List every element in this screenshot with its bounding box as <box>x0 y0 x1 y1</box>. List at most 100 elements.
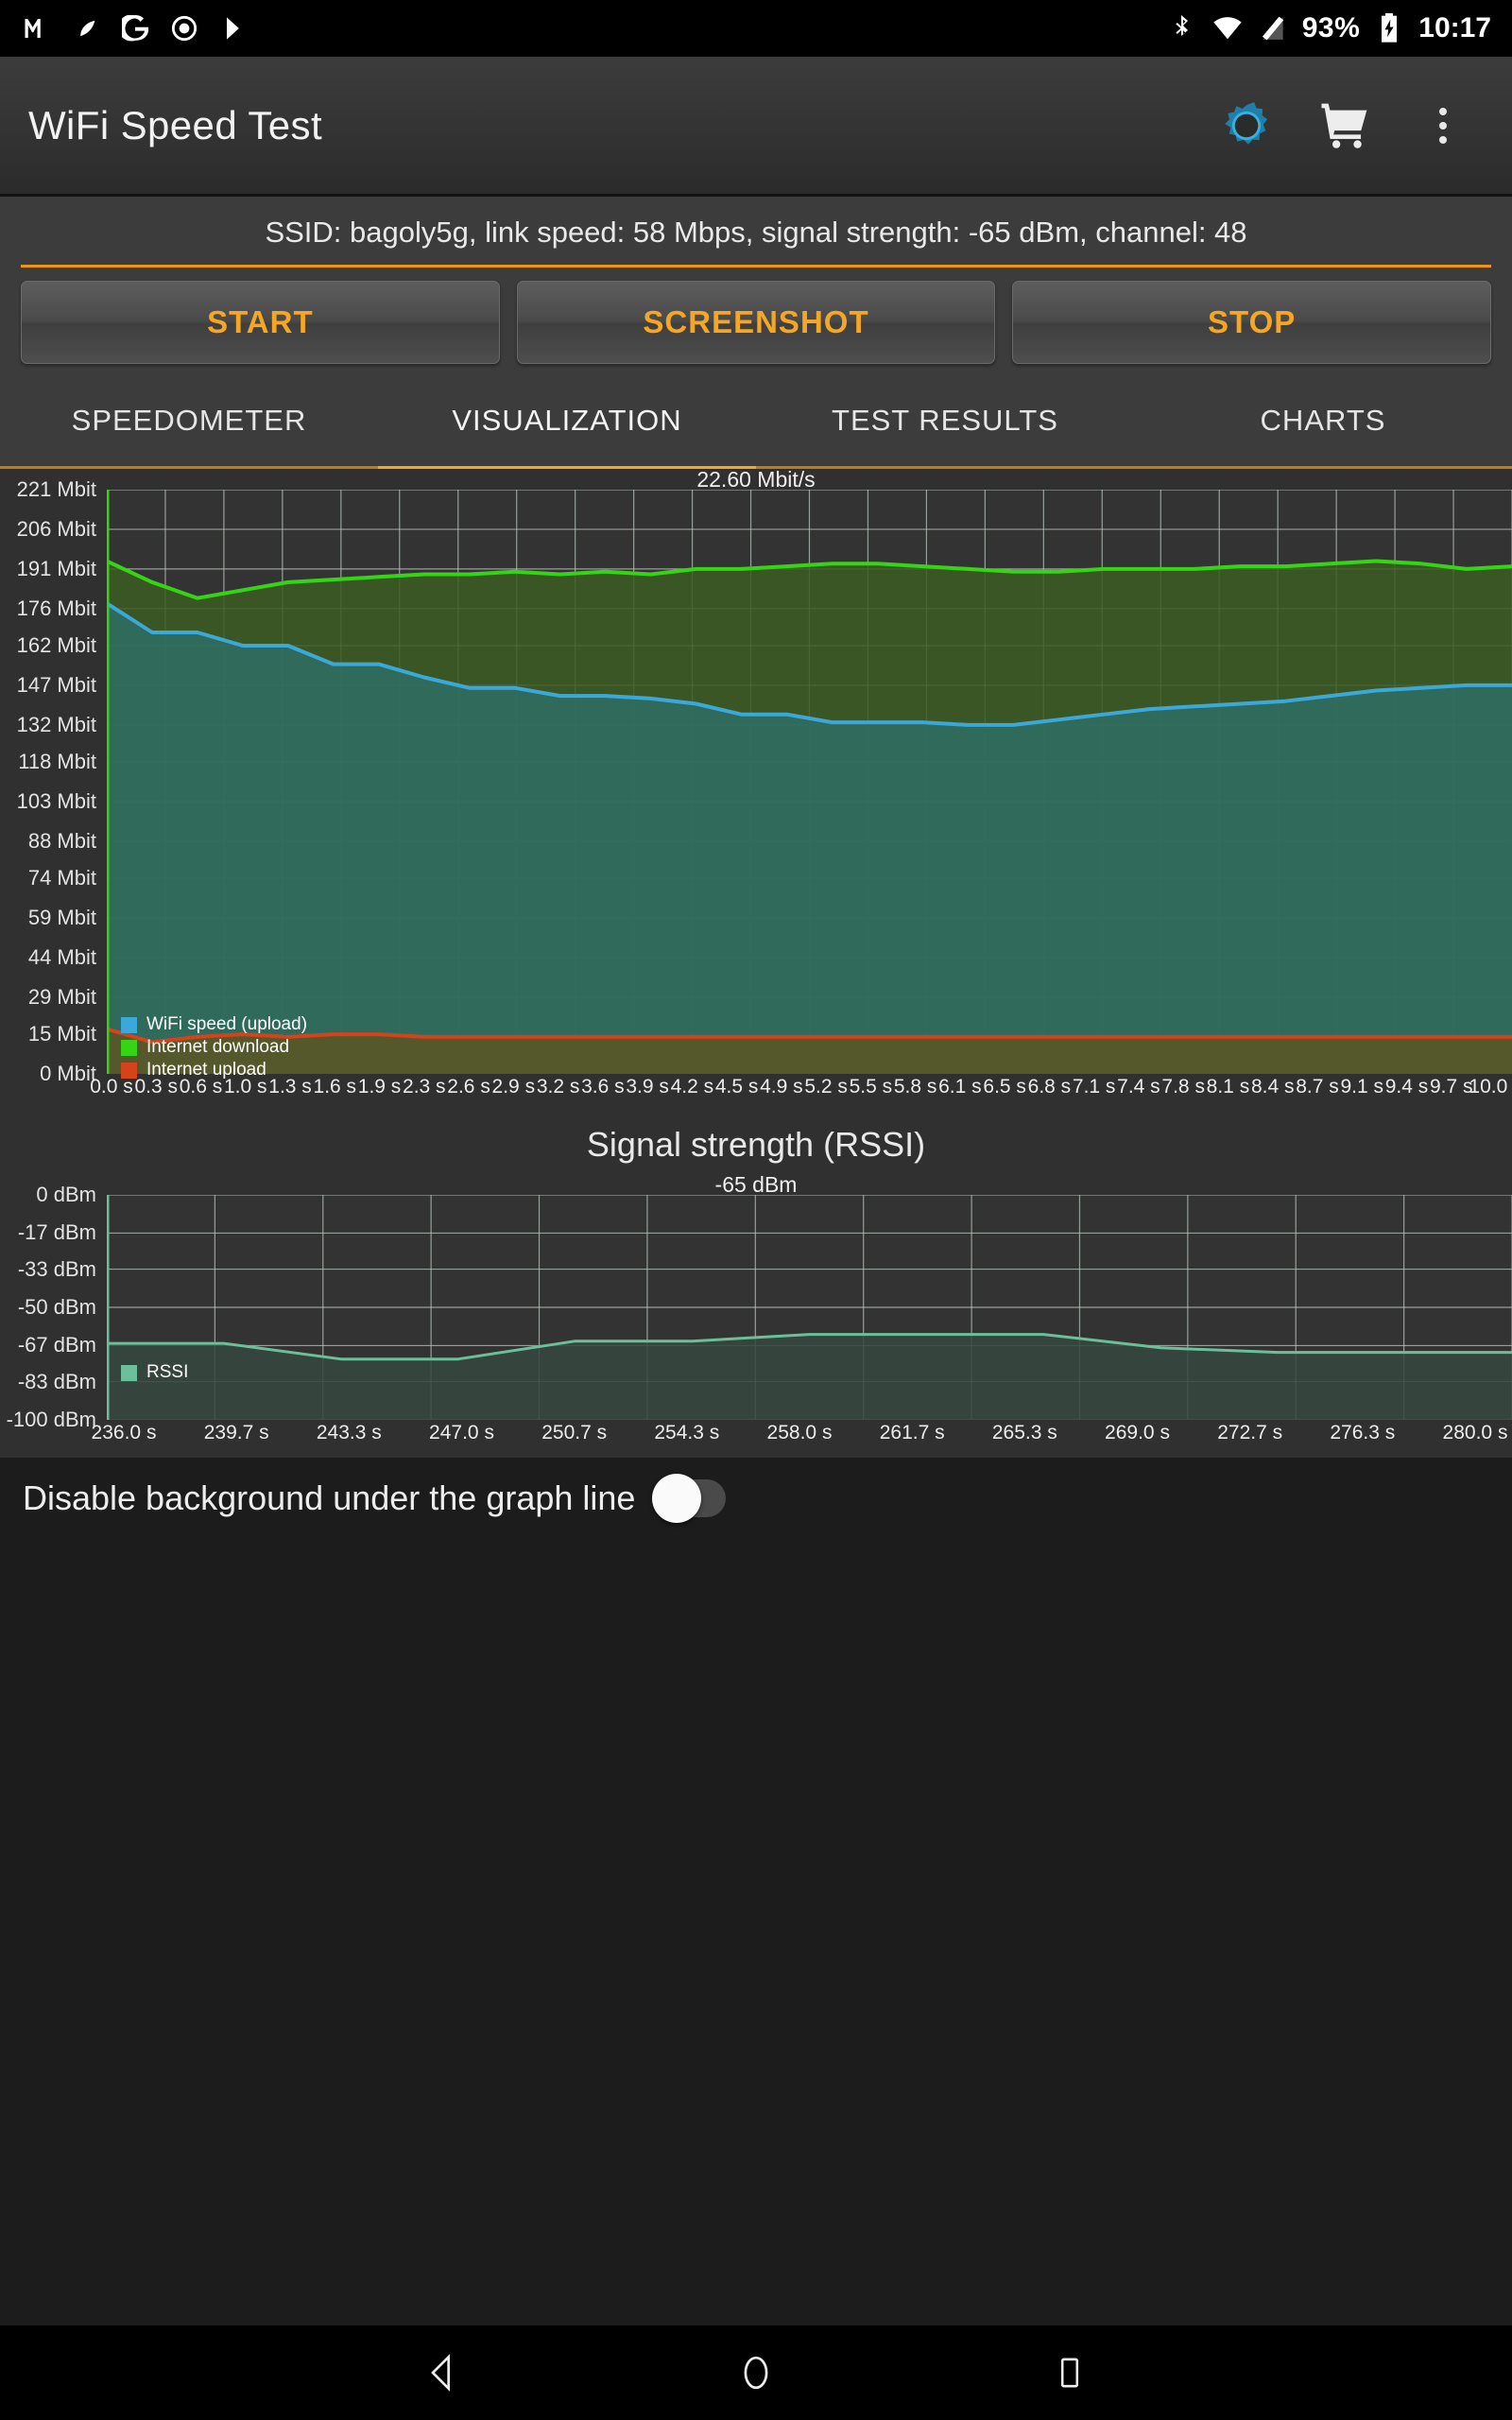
tab-visualization[interactable]: VISUALIZATION <box>378 379 756 466</box>
axis-tick-label: 9.7 s <box>1429 1076 1473 1098</box>
axis-tick-label: 258.0 s <box>766 1422 833 1443</box>
axis-tick-label: 6.1 s <box>938 1076 982 1098</box>
axis-tick-label: 6.8 s <box>1027 1076 1072 1098</box>
axis-tick-label: -50 dBm <box>17 1295 96 1319</box>
drop-icon <box>70 12 102 44</box>
axis-tick-label: 0.0 s <box>90 1076 133 1098</box>
stop-button[interactable]: STOP <box>1012 281 1492 364</box>
legend-item: WiFi speed (upload) <box>121 1013 307 1036</box>
rssi-chart[interactable]: -65 dBm 0 dBm -17 dBm -33 dBm -50 dBm -67 dB… <box>0 1172 1512 1458</box>
axis-tick-label: 280.0 s <box>1442 1422 1508 1443</box>
axis-tick-label: 272.7 s <box>1217 1422 1283 1443</box>
switch-knob <box>652 1474 702 1523</box>
axis-tick-label: 176 Mbit <box>16 596 96 620</box>
recents-square-icon[interactable] <box>1040 2343 1099 2402</box>
legend-swatch-internet-download <box>121 1039 137 1056</box>
axis-tick-label: -33 dBm <box>17 1256 96 1281</box>
empty-space <box>0 1541 1512 2325</box>
app-title: WiFi Speed Test <box>28 102 323 147</box>
axis-tick-label: -17 dBm <box>17 1220 96 1245</box>
battery-percent: 93% <box>1301 12 1361 43</box>
speed-chart[interactable]: 22.60 Mbit/s 221 Mbit 206 Mbit 191 Mbit 176… <box>0 467 1512 1112</box>
axis-tick-label: 265.3 s <box>991 1422 1057 1443</box>
home-circle-icon[interactable] <box>727 2343 785 2402</box>
axis-tick-label: 2.9 s <box>491 1076 536 1098</box>
rssi-chart-y-axis: 0 dBm -17 dBm -33 dBm -50 dBm -67 dBm -83 dBm… <box>0 1174 104 1458</box>
legend-label: Internet download <box>146 1037 290 1057</box>
rssi-chart-x-axis: 236.0 s 239.7 s 243.3 s 247.0 s 250.7 s 254.3… <box>92 1422 1512 1454</box>
axis-tick-label: 8.7 s <box>1296 1076 1339 1098</box>
axis-tick-label: 132 Mbit <box>16 712 96 736</box>
axis-tick-label: 44 Mbit <box>27 944 96 969</box>
info-section: SSID: bagoly5g, link speed: 58 Mbps, sig… <box>0 197 1512 379</box>
axis-tick-label: 147 Mbit <box>16 672 96 697</box>
axis-tick-label: 0.3 s <box>134 1076 179 1098</box>
axis-tick-label: 0.6 s <box>179 1076 223 1098</box>
legend-item: RSSI <box>121 1361 188 1384</box>
tab-strip: SPEEDOMETER VISUALIZATION TEST RESULTS C… <box>0 379 1512 466</box>
axis-tick-label: 247.0 s <box>429 1422 494 1443</box>
record-icon <box>168 12 200 44</box>
axis-tick-label: 7.1 s <box>1072 1076 1116 1098</box>
tab-speedometer[interactable]: SPEEDOMETER <box>0 379 378 466</box>
start-button[interactable]: START <box>21 281 500 364</box>
background-toggle-switch[interactable] <box>652 1474 727 1523</box>
axis-tick-label: 15 Mbit <box>27 1022 96 1046</box>
axis-tick-label: 261.7 s <box>879 1422 945 1443</box>
legend-label: RSSI <box>146 1362 189 1382</box>
axis-tick-label: 1.0 s <box>224 1076 267 1098</box>
axis-tick-label: 59 Mbit <box>27 906 96 929</box>
axis-tick-label: 243.3 s <box>316 1422 382 1443</box>
shopping-cart-icon[interactable] <box>1315 96 1374 155</box>
tab-bar: SPEEDOMETER VISUALIZATION TEST RESULTS C… <box>0 379 1512 469</box>
axis-tick-label: 276.3 s <box>1330 1422 1396 1443</box>
axis-tick-label: 8.4 s <box>1250 1076 1295 1098</box>
axis-tick-label: 0 dBm <box>36 1183 96 1206</box>
axis-tick-label: 7.4 s <box>1117 1076 1160 1098</box>
axis-tick-label: 2.6 s <box>447 1076 490 1098</box>
gmail-icon <box>21 12 53 44</box>
axis-tick-label: 2.3 s <box>403 1076 446 1098</box>
axis-tick-label: 191 Mbit <box>16 556 96 580</box>
tab-charts[interactable]: CHARTS <box>1134 379 1512 466</box>
axis-tick-label: 254.3 s <box>654 1422 720 1443</box>
axis-tick-label: 1.9 s <box>357 1076 402 1098</box>
legend-item: Internet download <box>121 1036 307 1059</box>
legend-swatch-wifi-upload <box>121 1016 137 1033</box>
gear-icon[interactable] <box>1217 96 1276 155</box>
axis-tick-label: 4.9 s <box>760 1076 803 1098</box>
status-bar-left-icons <box>21 12 249 44</box>
app-bar: WiFi Speed Test <box>0 57 1512 197</box>
overflow-menu-icon[interactable] <box>1414 96 1472 155</box>
background-toggle-label: Disable background under the graph line <box>23 1478 636 1517</box>
axis-tick-label: 3.9 s <box>626 1076 669 1098</box>
axis-tick-label: 1.6 s <box>313 1076 357 1098</box>
speed-chart-legend: WiFi speed (upload) Internet download In… <box>121 1013 307 1081</box>
axis-tick-label: -67 dBm <box>17 1333 96 1357</box>
speed-chart-y-axis: 221 Mbit 206 Mbit 191 Mbit 176 Mbit 162 Mbit… <box>0 469 104 1112</box>
axis-tick-label: 74 Mbit <box>27 866 96 890</box>
play-icon <box>217 12 249 44</box>
axis-tick-label: 103 Mbit <box>16 788 96 813</box>
rssi-chart-legend: RSSI <box>121 1361 188 1384</box>
clock: 10:17 <box>1418 12 1491 43</box>
screenshot-button[interactable]: SCREENSHOT <box>516 281 996 364</box>
status-bar-right-icons: 93% 10:17 <box>1166 12 1491 44</box>
axis-tick-label: 5.2 s <box>804 1076 848 1098</box>
speed-chart-plot <box>105 489 1512 1075</box>
axis-tick-label: 1.3 s <box>268 1076 312 1098</box>
battery-charging-icon <box>1373 12 1405 44</box>
back-triangle-icon[interactable] <box>413 2343 472 2402</box>
axis-tick-label: 118 Mbit <box>18 750 96 774</box>
speed-chart-x-axis: 0.0 s 0.3 s 0.6 s 1.0 s 1.3 s 1.6 s 1.9 s 2.3 s… <box>90 1076 1512 1108</box>
legend-label: WiFi speed (upload) <box>146 1014 308 1034</box>
axis-tick-label: 10.0 s <box>1469 1076 1512 1098</box>
legend-swatch-rssi <box>121 1364 137 1381</box>
axis-tick-label: 5.5 s <box>849 1076 893 1098</box>
visualization-panel: 22.60 Mbit/s 221 Mbit 206 Mbit 191 Mbit 176… <box>0 467 1512 1458</box>
axis-tick-label: 9.4 s <box>1384 1076 1429 1098</box>
axis-tick-label: 7.8 s <box>1161 1076 1205 1098</box>
axis-tick-label: 239.7 s <box>203 1422 269 1443</box>
axis-tick-label: 236.0 s <box>91 1422 157 1443</box>
tab-test-results[interactable]: TEST RESULTS <box>756 379 1134 466</box>
